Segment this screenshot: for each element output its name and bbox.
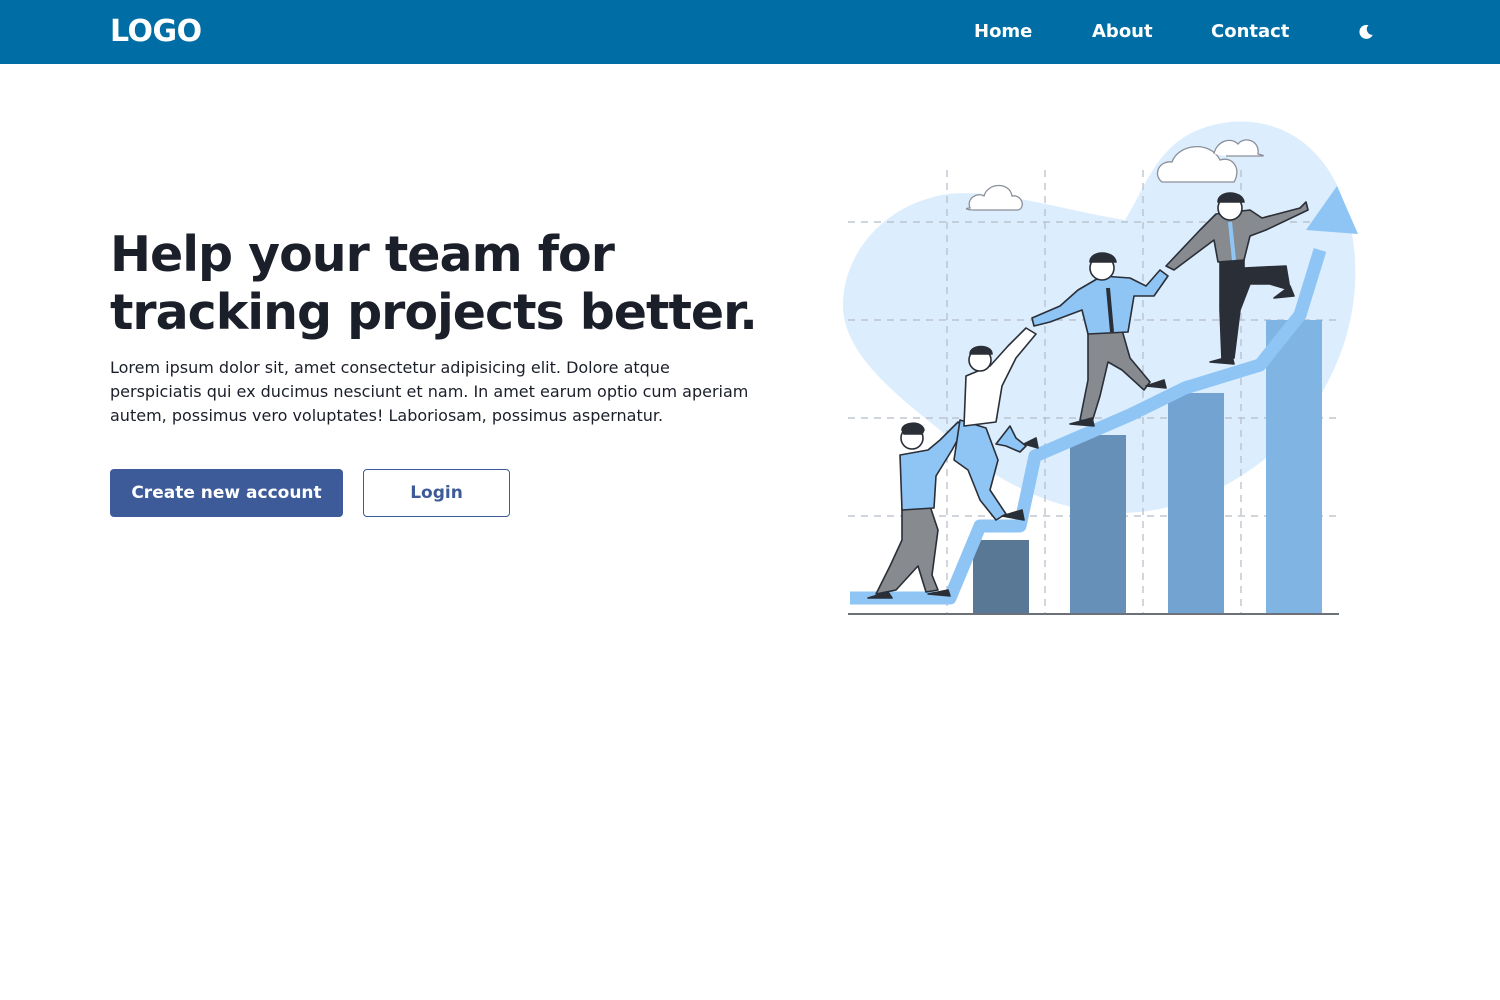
theme-toggle-button[interactable] — [1354, 20, 1378, 44]
nav-link-contact[interactable]: Contact — [1211, 20, 1289, 44]
hero-description: Lorem ipsum dolor sit, amet consectetur … — [110, 358, 749, 425]
navbar: LOGO Home About Contact — [0, 0, 1500, 64]
hero-title: Help your team for tracking projects bet… — [110, 226, 790, 342]
logo[interactable]: LOGO — [110, 14, 202, 50]
chart-bar — [1070, 435, 1126, 614]
chart-bar — [973, 540, 1029, 614]
person-figure — [867, 421, 965, 599]
hero-illustration — [842, 121, 1358, 615]
nav-link-home[interactable]: Home — [974, 20, 1032, 44]
login-button[interactable]: Login — [363, 469, 510, 517]
nav-link-about[interactable]: About — [1092, 20, 1153, 44]
hero-title-line-2: tracking projects better. — [110, 284, 758, 341]
moon-icon — [1359, 24, 1373, 39]
cloud-icon — [965, 184, 1023, 211]
chart-bar — [1168, 393, 1224, 614]
chart-bar — [1266, 320, 1322, 614]
create-account-button[interactable]: Create new account — [110, 469, 343, 517]
hero-title-line-1: Help your team for — [110, 226, 615, 283]
